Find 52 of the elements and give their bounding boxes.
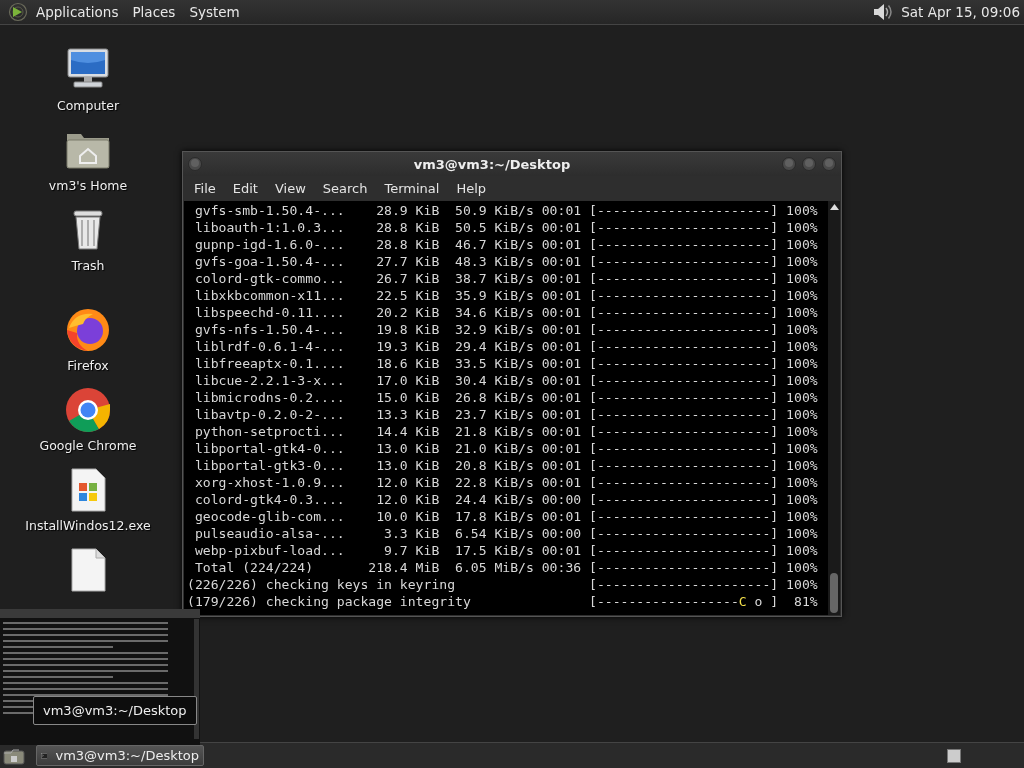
window-title: vm3@vm3:~/Desktop [412, 156, 572, 172]
menu-item[interactable]: View [267, 181, 313, 196]
terminal-line: libmicrodns-0.2.... 15.0 KiB 26.8 KiB/s 00:01 [----------------------] 100% [193, 389, 819, 406]
icon-label[interactable]: Firefox [67, 358, 109, 373]
terminal-line: (226/226) checking keys in keyring [----------------------] 100% [186, 576, 819, 593]
chrome-ball-icon[interactable] [64, 386, 112, 434]
menu-item[interactable]: Applications [34, 4, 127, 20]
terminal-line: colord-gtk4-0.3.... 12.0 KiB 24.4 KiB/s 00:00 [----------------------] 100% [193, 491, 819, 508]
icon-label[interactable]: InstallWindos12.exe [25, 518, 151, 533]
clock[interactable]: Sat Apr 15, 09:06 [901, 4, 1020, 20]
terminal-line: gvfs-smb-1.50.4-... 28.9 KiB 50.9 KiB/s 00:01 [----------------------] 100% [193, 202, 819, 219]
tooltip: vm3@vm3:~/Desktop [33, 696, 197, 725]
menu-item[interactable]: File [187, 181, 223, 196]
terminal-line: libspeechd-0.11.... 20.2 KiB 34.6 KiB/s 00:01 [----------------------] 100% [193, 304, 819, 321]
show-desktop-icon[interactable] [3, 746, 25, 765]
terminal-line: geocode-glib-com... 10.0 KiB 17.8 KiB/s 00:01 [----------------------] 100% [193, 508, 819, 525]
terminal-line: xorg-xhost-1.0.9... 12.0 KiB 22.8 KiB/s 00:01 [----------------------] 100% [193, 474, 819, 491]
scrollbar[interactable] [828, 201, 840, 615]
icon-label[interactable]: Google Chrome [39, 438, 137, 453]
menu-item[interactable]: Terminal [377, 181, 447, 196]
icon-label[interactable]: Computer [56, 98, 120, 113]
terminal-line: libportal-gtk4-0... 13.0 KiB 21.0 KiB/s 00:01 [----------------------] 100% [193, 440, 819, 457]
menu-item[interactable]: Edit [225, 181, 265, 196]
taskbar-button[interactable]: vm3@vm3:~/Desktop [36, 745, 204, 766]
menu-item[interactable]: Help [449, 181, 494, 196]
terminal-line: liboauth-1:1.0.3... 28.8 KiB 50.5 KiB/s 00:01 [----------------------] 100% [193, 219, 819, 236]
terminal-line: gvfs-nfs-1.50.4-... 19.8 KiB 32.9 KiB/s 00:01 [----------------------] 100% [193, 321, 819, 338]
menu-item[interactable]: Search [315, 181, 375, 196]
terminal-line: gvfs-goa-1.50.4-... 27.7 KiB 48.3 KiB/s 00:01 [----------------------] 100% [193, 253, 819, 270]
terminal-line: colord-gtk-commo... 26.7 KiB 38.7 KiB/s 00:01 [----------------------] 100% [193, 270, 819, 287]
menu-item[interactable]: System [187, 4, 248, 20]
fox-globe-icon[interactable] [64, 306, 112, 354]
workspace-switcher[interactable] [947, 748, 961, 763]
terminal-line: pulseaudio-alsa-... 3.3 KiB 6.54 KiB/s 00:00 [----------------------] 100% [193, 525, 819, 542]
terminal-line: gupnp-igd-1.6.0-... 28.8 KiB 46.7 KiB/s 00:01 [----------------------] 100% [193, 236, 819, 253]
speaker-icon[interactable] [871, 2, 894, 22]
terminal-line: (179/226) checking package integrity [------------------C o ] 81% [186, 593, 819, 610]
terminal-line: libfreeaptx-0.1.... 18.6 KiB 33.5 KiB/s 00:01 [----------------------] 100% [193, 355, 819, 372]
terminal-line: liblrdf-0.6.1-4-... 19.3 KiB 29.4 KiB/s 00:01 [----------------------] 100% [193, 338, 819, 355]
terminal-line: Total (224/224) 218.4 MiB 6.05 MiB/s 00:36 [----------------------] 100% [193, 559, 819, 576]
terminal-line: libportal-gtk3-0... 13.0 KiB 20.8 KiB/s 00:01 [----------------------] 100% [193, 457, 819, 474]
menu-logo-icon[interactable] [8, 2, 28, 22]
terminal-line: libavtp-0.2.0-2-... 13.3 KiB 23.7 KiB/s 00:01 [----------------------] 100% [193, 406, 819, 423]
terminal-line: libcue-2.2.1-3-x... 17.0 KiB 30.4 KiB/s 00:01 [----------------------] 100% [193, 372, 819, 389]
terminal-line: libxkbcommon-x11... 22.5 KiB 35.9 KiB/s 00:01 [----------------------] 100% [193, 287, 819, 304]
terminal-line: webp-pixbuf-load... 9.7 KiB 17.5 KiB/s 00:01 [----------------------] 100% [193, 542, 819, 559]
menu-item[interactable]: Places [130, 4, 184, 20]
icon-label[interactable]: Trash [71, 258, 105, 273]
terminal-line: python-setprocti... 14.4 KiB 21.8 KiB/s 00:01 [----------------------] 100% [193, 423, 819, 440]
icon-label[interactable]: vm3's Home [48, 178, 128, 193]
scroll-up-arrow-icon[interactable] [829, 204, 839, 210]
scroll-thumb[interactable] [830, 573, 838, 613]
